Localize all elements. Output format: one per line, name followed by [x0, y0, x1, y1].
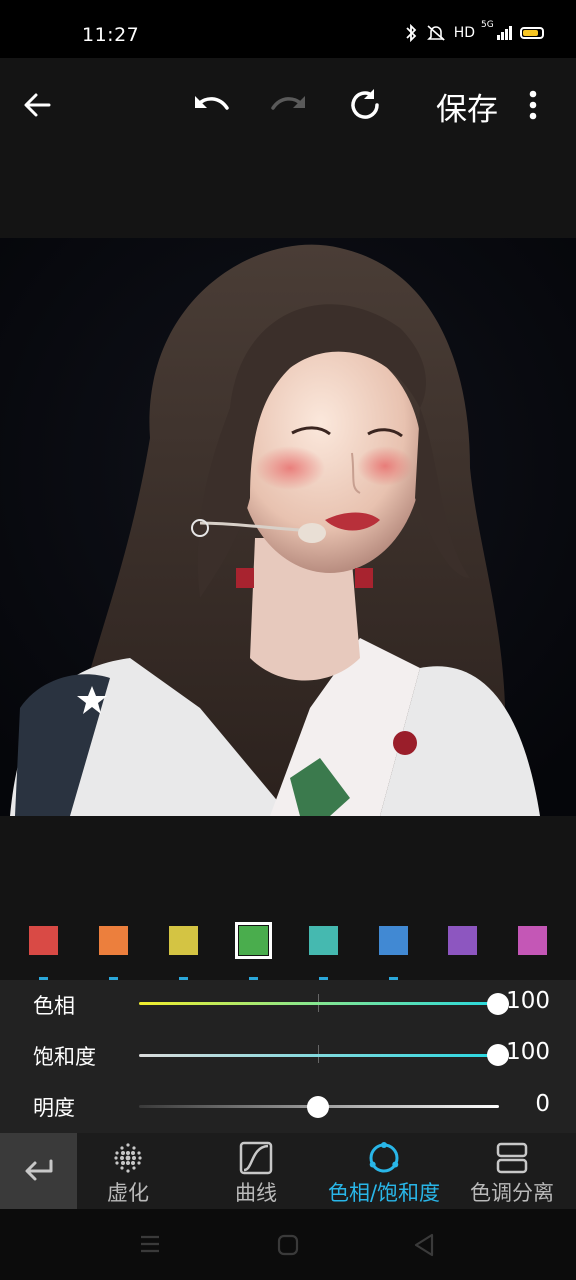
signal-icon: 5G — [481, 20, 512, 40]
bluetooth-icon — [406, 24, 416, 42]
edited-photo[interactable] — [0, 238, 576, 816]
recent-apps-button[interactable] — [138, 1233, 162, 1259]
saturation-label: 饱和度 — [33, 1045, 96, 1069]
saturation-value: 100 — [506, 1039, 550, 1065]
more-vertical-icon — [529, 90, 537, 120]
brightness-value: 0 — [535, 1091, 550, 1117]
curve-icon — [239, 1141, 273, 1175]
hue-saturation-icon — [366, 1141, 402, 1175]
signal-5g-label: 5G — [481, 20, 494, 30]
tab-blur-label: 虚化 — [107, 1181, 149, 1205]
redo-icon — [271, 96, 305, 110]
color-channel-selector — [0, 908, 576, 980]
status-time: 11:27 — [82, 24, 140, 46]
tab-curve[interactable]: 曲线 — [216, 1133, 296, 1209]
color-swatch[interactable] — [169, 926, 198, 955]
color-swatch[interactable] — [235, 922, 272, 959]
tab-blur[interactable]: 虚化 — [88, 1133, 168, 1209]
color-swatch[interactable] — [309, 926, 338, 955]
reset-button[interactable] — [342, 82, 388, 128]
photo-image — [0, 238, 576, 816]
undo-icon — [195, 96, 229, 110]
brightness-label: 明度 — [33, 1096, 75, 1120]
hue-label: 色相 — [33, 994, 75, 1018]
hue-value: 100 — [506, 988, 550, 1014]
redo-button[interactable] — [266, 82, 312, 128]
tab-split-tone-label: 色调分离 — [470, 1181, 554, 1205]
save-button[interactable]: 保存 — [436, 84, 498, 129]
menu-icon — [141, 1235, 159, 1253]
hd-label: HD — [453, 25, 475, 41]
tab-split-tone[interactable]: 色调分离 — [462, 1133, 562, 1209]
saturation-slider-track[interactable] — [139, 1054, 499, 1057]
undo-button[interactable] — [188, 82, 234, 128]
tool-tab-bar: 虚化 曲线 色相/饱和度 色调分离 — [0, 1133, 576, 1209]
adjustment-panel: 色相 100 饱和度 100 明度 0 — [0, 980, 576, 1133]
home-button[interactable] — [276, 1233, 300, 1261]
color-swatch[interactable] — [518, 926, 547, 955]
tab-hue-saturation[interactable]: 色相/饱和度 — [314, 1133, 454, 1209]
brightness-slider-thumb[interactable] — [307, 1096, 329, 1118]
mute-icon — [426, 25, 445, 41]
color-swatch[interactable] — [379, 926, 408, 955]
battery-icon — [520, 27, 544, 39]
back-nav-button[interactable] — [412, 1232, 436, 1262]
reset-icon — [351, 89, 379, 119]
return-button[interactable] — [0, 1133, 77, 1209]
color-swatch[interactable] — [99, 926, 128, 955]
home-icon — [277, 1234, 299, 1256]
more-button[interactable] — [510, 82, 556, 128]
editor-toolbar: 保存 — [0, 58, 576, 238]
back-button[interactable] — [14, 82, 60, 128]
tab-curve-label: 曲线 — [235, 1181, 277, 1205]
triangle-back-icon — [414, 1233, 434, 1257]
system-nav-bar — [0, 1209, 576, 1280]
return-icon — [25, 1159, 52, 1181]
split-tone-icon — [495, 1141, 529, 1175]
color-swatch[interactable] — [448, 926, 477, 955]
blur-icon — [111, 1141, 145, 1175]
hue-slider-track[interactable] — [139, 1002, 499, 1005]
arrow-left-icon — [24, 93, 51, 117]
color-swatch[interactable] — [29, 926, 58, 955]
status-bar: 11:27 HD 5G — [0, 0, 576, 58]
tab-hue-saturation-label: 色相/饱和度 — [327, 1181, 441, 1205]
status-icons: HD 5G — [404, 20, 544, 42]
